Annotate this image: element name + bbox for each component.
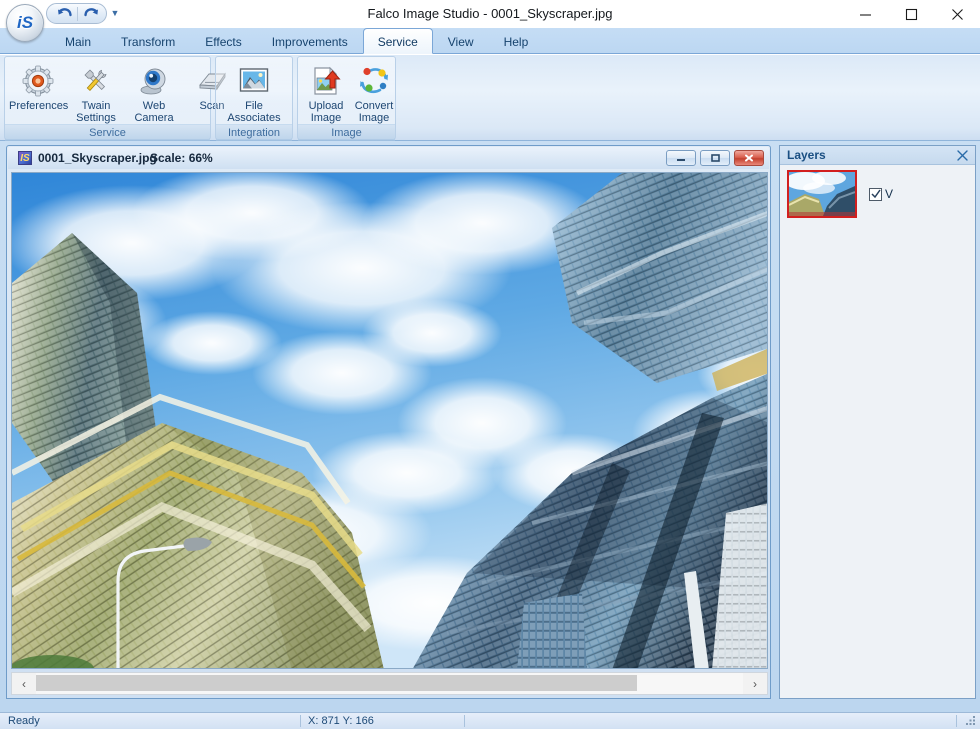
ribbon-button-upload-image[interactable]: Upload Image	[302, 61, 350, 124]
redo-icon[interactable]	[80, 5, 102, 22]
webcam-icon	[137, 64, 171, 98]
ribbon-button-web-camera[interactable]: Web Camera	[125, 61, 183, 124]
window-controls	[842, 0, 980, 28]
close-icon[interactable]	[954, 147, 970, 163]
scrollbar-track[interactable]	[36, 673, 743, 694]
close-document-button[interactable]	[734, 150, 764, 166]
workspace: IS 0001_Skyscraper.jpg Scale: 66% ‹ › La…	[0, 141, 980, 712]
document-window: IS 0001_Skyscraper.jpg Scale: 66% ‹ ›	[6, 145, 771, 699]
app-logo-button[interactable]: iS	[6, 4, 44, 42]
ribbon-button-preferences[interactable]: Preferences	[9, 61, 69, 112]
ribbon-button-convert-image-label: Convert Image	[354, 100, 394, 124]
window-title: Falco Image Studio - 0001_Skyscraper.jpg	[367, 6, 613, 21]
maximize-document-button[interactable]	[700, 150, 730, 166]
resize-grip[interactable]	[964, 714, 977, 727]
status-separator-2	[464, 715, 465, 727]
ribbon-group-image-items: Upload Image Convert Image	[298, 57, 395, 124]
maximize-button[interactable]	[888, 0, 934, 28]
ribbon-button-twain-settings-label: Twain Settings	[76, 100, 116, 124]
document-scale: Scale: 66%	[150, 151, 213, 165]
document-filename: 0001_Skyscraper.jpg	[38, 151, 157, 165]
quick-access-toolbar	[46, 3, 107, 24]
scroll-left-arrow-icon[interactable]: ‹	[12, 673, 36, 694]
upload-image-icon	[309, 64, 343, 98]
status-separator-3	[956, 715, 957, 727]
layers-panel-header: Layers	[780, 146, 975, 165]
ribbon-groups: Preferences Twain Settings Web Camera Sc…	[4, 56, 400, 141]
horizontal-scrollbar[interactable]: ‹ ›	[11, 672, 768, 695]
qat-separator	[77, 6, 78, 21]
tab-service[interactable]: Service	[362, 28, 433, 54]
ribbon-button-upload-image-label: Upload Image	[308, 100, 344, 124]
status-bar: Ready X: 871 Y: 166	[0, 712, 980, 729]
layer-visibility-label: V	[885, 187, 894, 201]
image-canvas: CHI EAGLE ST	[12, 173, 767, 668]
document-title-bar[interactable]: IS 0001_Skyscraper.jpg Scale: 66%	[8, 147, 769, 169]
image-document-icon: IS	[18, 151, 32, 165]
status-separator-1	[300, 715, 301, 727]
application-window: Falco Image Studio - 0001_Skyscraper.jpg…	[0, 0, 980, 729]
ribbon-button-file-associates-label: File Associates	[227, 100, 281, 124]
ribbon-group-service-label: Service	[5, 124, 210, 141]
ribbon-button-preferences-label: Preferences	[9, 100, 69, 112]
layer-visibility-checkbox[interactable]	[869, 187, 882, 201]
chevron-down-icon[interactable]: ▼	[108, 5, 122, 21]
tab-effects[interactable]: Effects	[190, 29, 256, 54]
ribbon-group-service: Preferences Twain Settings Web Camera Sc…	[4, 56, 226, 141]
minimize-button[interactable]	[842, 0, 888, 28]
tab-transform[interactable]: Transform	[106, 29, 190, 54]
tab-view[interactable]: View	[433, 29, 489, 54]
ribbon-panel: Preferences Twain Settings Web Camera Sc…	[0, 54, 980, 141]
document-window-controls	[666, 150, 764, 166]
picture-icon	[237, 64, 271, 98]
ribbon-button-twain-settings[interactable]: Twain Settings	[67, 61, 125, 124]
gear-icon	[21, 64, 55, 98]
ribbon-tabs: Main Transform Effects Improvements Serv…	[50, 28, 543, 54]
ribbon-group-integration-label: Integration	[216, 124, 292, 141]
undo-icon[interactable]	[53, 5, 75, 22]
layers-panel-title: Layers	[787, 148, 826, 162]
ribbon-group-image: Upload Image Convert Image Image	[297, 56, 396, 141]
status-cursor-position: X: 871 Y: 166	[308, 715, 374, 727]
ribbon-group-image-label: Image	[298, 124, 395, 141]
layer-thumbnail[interactable]	[787, 170, 857, 218]
layers-panel: Layers V	[779, 145, 976, 699]
tab-main[interactable]: Main	[50, 29, 106, 54]
close-button[interactable]	[934, 0, 980, 28]
image-canvas-frame[interactable]: CHI EAGLE ST	[11, 172, 768, 669]
tab-help[interactable]: Help	[489, 29, 544, 54]
ribbon-button-convert-image[interactable]: Convert Image	[350, 61, 398, 124]
scrollbar-thumb[interactable]	[36, 675, 637, 691]
list-item[interactable]: V	[787, 170, 893, 218]
ribbon-group-service-items: Preferences Twain Settings Web Camera Sc…	[5, 57, 226, 124]
convert-image-icon	[357, 64, 391, 98]
ribbon-tabstrip: Main Transform Effects Improvements Serv…	[0, 28, 980, 54]
ribbon-group-integration: File Associates Integration	[215, 56, 293, 141]
ribbon-button-file-associates[interactable]: File Associates	[219, 61, 289, 124]
title-bar: Falco Image Studio - 0001_Skyscraper.jpg…	[0, 0, 980, 42]
ribbon-button-web-camera-label: Web Camera	[134, 100, 174, 124]
tools-icon	[79, 64, 113, 98]
app-logo-label: iS	[16, 13, 34, 32]
status-message: Ready	[8, 715, 40, 727]
tab-improvements[interactable]: Improvements	[257, 29, 363, 54]
ribbon-group-integration-items: File Associates	[216, 57, 292, 124]
minimize-document-button[interactable]	[666, 150, 696, 166]
scroll-right-arrow-icon[interactable]: ›	[743, 673, 767, 694]
